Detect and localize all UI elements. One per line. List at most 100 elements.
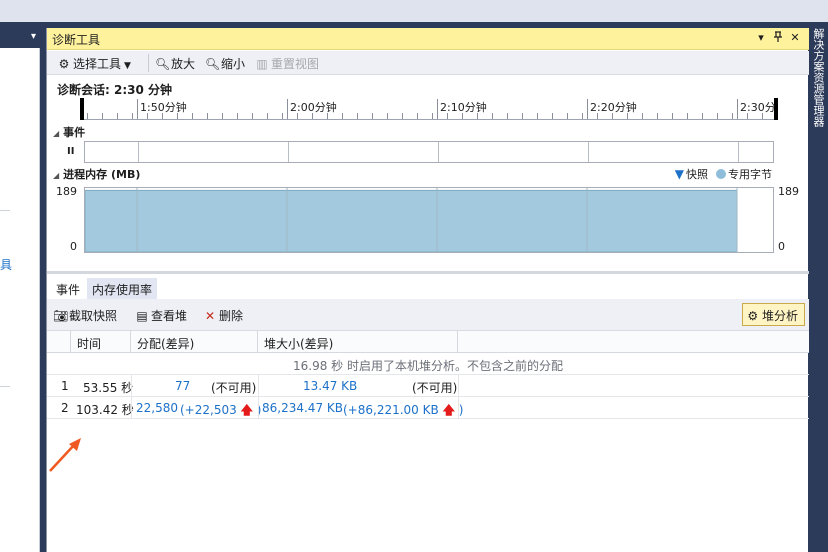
ruler-minor-tick: [762, 113, 763, 119]
row-alloc-link[interactable]: 77: [175, 375, 190, 397]
delete-button[interactable]: ✕ 删除: [203, 307, 243, 323]
table-row[interactable]: 2 103.42 秒 22,580 (+22,503 🡅 ) 86,234.47…: [47, 397, 809, 419]
memory-section-header[interactable]: ◢ 进程内存 (MB): [53, 166, 140, 182]
heap-analysis-button[interactable]: ⚙ 堆分析: [742, 303, 805, 326]
table-header-id: [47, 331, 71, 353]
row-heap-diff-text: (+86,221.00 KB: [343, 403, 439, 417]
row-heap-link[interactable]: 13.47 KB: [303, 375, 357, 397]
zoom-in-icon: 🔍︎: [155, 57, 171, 71]
events-gridline: [138, 142, 139, 162]
reset-view-label: 重置视图: [271, 57, 320, 71]
ruler-minor-tick: [387, 113, 388, 119]
take-snapshot-button[interactable]: 📷︎截取快照: [53, 307, 117, 323]
snapshot-marker-icon: ▼: [674, 167, 684, 181]
table-header-time[interactable]: 时间: [71, 331, 131, 353]
ruler-minor-tick: [717, 113, 718, 119]
table-header-alloc[interactable]: 分配(差异): [131, 331, 258, 353]
events-gridline: [438, 142, 439, 162]
private-bytes-dot-icon: [716, 169, 726, 179]
ruler-minor-tick: [222, 113, 223, 119]
camera-icon: 📷︎: [53, 309, 69, 323]
row-heap-diff-link[interactable]: (+86,221.00 KB 🡅 ): [343, 397, 463, 419]
pause-icon[interactable]: II: [67, 146, 74, 157]
detail-tabs: 事件 内存使用率: [47, 278, 809, 299]
ruler-minor-tick: [732, 113, 733, 119]
ruler-major-tick: [587, 99, 588, 119]
session-duration: 诊断会话: 2:30 分钟: [57, 83, 173, 97]
zoom-in-button[interactable]: 🔍︎放大: [155, 55, 195, 71]
y-axis-max-left: 189: [56, 185, 77, 198]
window-dropdown-button[interactable]: ▾: [754, 31, 768, 44]
left-panel-divider: [0, 210, 10, 211]
row-alloc-diff-text: (+22,503: [180, 403, 237, 417]
table-header-heap[interactable]: 堆大小(差异): [258, 331, 458, 353]
ruler-minor-tick: [102, 113, 103, 119]
heap-icon: ▤: [136, 309, 148, 323]
delete-label: 删除: [219, 309, 244, 323]
view-heap-button[interactable]: ▤ 查看堆: [135, 307, 187, 323]
ruler-minor-tick: [597, 113, 598, 119]
y-axis-max-right: 189: [778, 185, 799, 198]
ruler-major-tick: [137, 99, 138, 119]
close-button[interactable]: ✕: [788, 31, 802, 44]
memory-chart[interactable]: [84, 187, 774, 253]
zoom-out-label: 缩小: [221, 57, 246, 71]
select-tools-button[interactable]: ⚙ 选择工具 ▼: [57, 55, 131, 71]
ruler-minor-tick: [672, 113, 673, 119]
reset-view-button[interactable]: ▥ 重置视图: [255, 55, 319, 71]
collapse-triangle-icon: ◢: [53, 171, 60, 180]
ruler-minor-tick: [522, 113, 523, 119]
left-panel-dropdown-icon[interactable]: ▾: [31, 31, 36, 42]
left-panel-link[interactable]: 具: [0, 256, 12, 273]
pin-button[interactable]: [771, 31, 785, 46]
tab-events[interactable]: 事件: [51, 278, 85, 299]
ruler-minor-tick: [747, 113, 748, 119]
row-time: 103.42 秒: [76, 403, 134, 417]
ruler-minor-tick: [642, 113, 643, 119]
events-gridline: [288, 142, 289, 162]
events-section-header[interactable]: ◢ 事件: [53, 124, 85, 140]
ruler-minor-tick: [327, 113, 328, 119]
increase-arrow-icon: 🡅: [240, 403, 253, 417]
events-section-title: 事件: [63, 126, 86, 139]
collapse-triangle-icon: ◢: [53, 129, 60, 138]
ruler-major-tick: [287, 99, 288, 119]
solution-explorer-tab[interactable]: 解决方案资源管理器: [808, 22, 828, 552]
take-snapshot-label: 截取快照: [69, 309, 118, 323]
chevron-down-icon: ▼: [124, 61, 131, 71]
memory-chart-svg: [85, 188, 738, 252]
timeline-start-handle[interactable]: [80, 98, 84, 120]
zoom-in-label: 放大: [171, 57, 196, 71]
ruler-minor-tick: [492, 113, 493, 119]
table-row[interactable]: 1 53.55 秒 77 (不可用) 13.47 KB (不可用): [47, 375, 809, 397]
cell-divider: [131, 397, 132, 419]
ruler-label: 2:30分: [740, 101, 776, 114]
events-gridline: [588, 142, 589, 162]
legend-private-bytes: 专用字节: [728, 168, 772, 181]
row-heap-link[interactable]: 86,234.47 KB: [262, 397, 343, 419]
zoom-out-button[interactable]: 🔍︎缩小: [205, 55, 245, 71]
ruler-minor-tick: [297, 113, 298, 119]
reset-view-icon: ▥: [256, 57, 268, 71]
delete-x-icon: ✕: [204, 309, 216, 323]
tab-memory-usage[interactable]: 内存使用率: [87, 278, 158, 299]
row-id: 2: [61, 401, 69, 415]
ruler-minor-tick: [177, 113, 178, 119]
ruler-minor-tick: [357, 113, 358, 119]
timeline-ruler[interactable]: 1:50分钟 2:00分钟 2:10分钟 2:20分钟 2:30分: [80, 98, 778, 120]
row-alloc-link[interactable]: 22,580: [136, 397, 178, 419]
y-axis-min-left: 0: [70, 240, 77, 253]
pane-splitter[interactable]: [47, 271, 809, 274]
row-alloc-diff-link[interactable]: (+22,503 🡅 ): [180, 397, 261, 419]
memory-toolbar: 📷︎截取快照 ▤ 查看堆 ✕ 删除 ⚙ 堆分析: [47, 299, 809, 331]
ruler-minor-tick: [462, 113, 463, 119]
window-title: 诊断工具: [52, 33, 101, 47]
cell-divider: [258, 397, 259, 419]
y-axis-min-right: 0: [778, 240, 785, 253]
left-panel: ▾ 具: [0, 28, 40, 552]
left-panel-header: ▾: [0, 28, 40, 48]
increase-arrow-icon: 🡅: [442, 403, 455, 417]
table-header-row: 时间 分配(差异) 堆大小(差异): [47, 331, 809, 353]
row-alloc-diff: (不可用): [211, 381, 257, 395]
ruler-minor-tick: [237, 113, 238, 119]
